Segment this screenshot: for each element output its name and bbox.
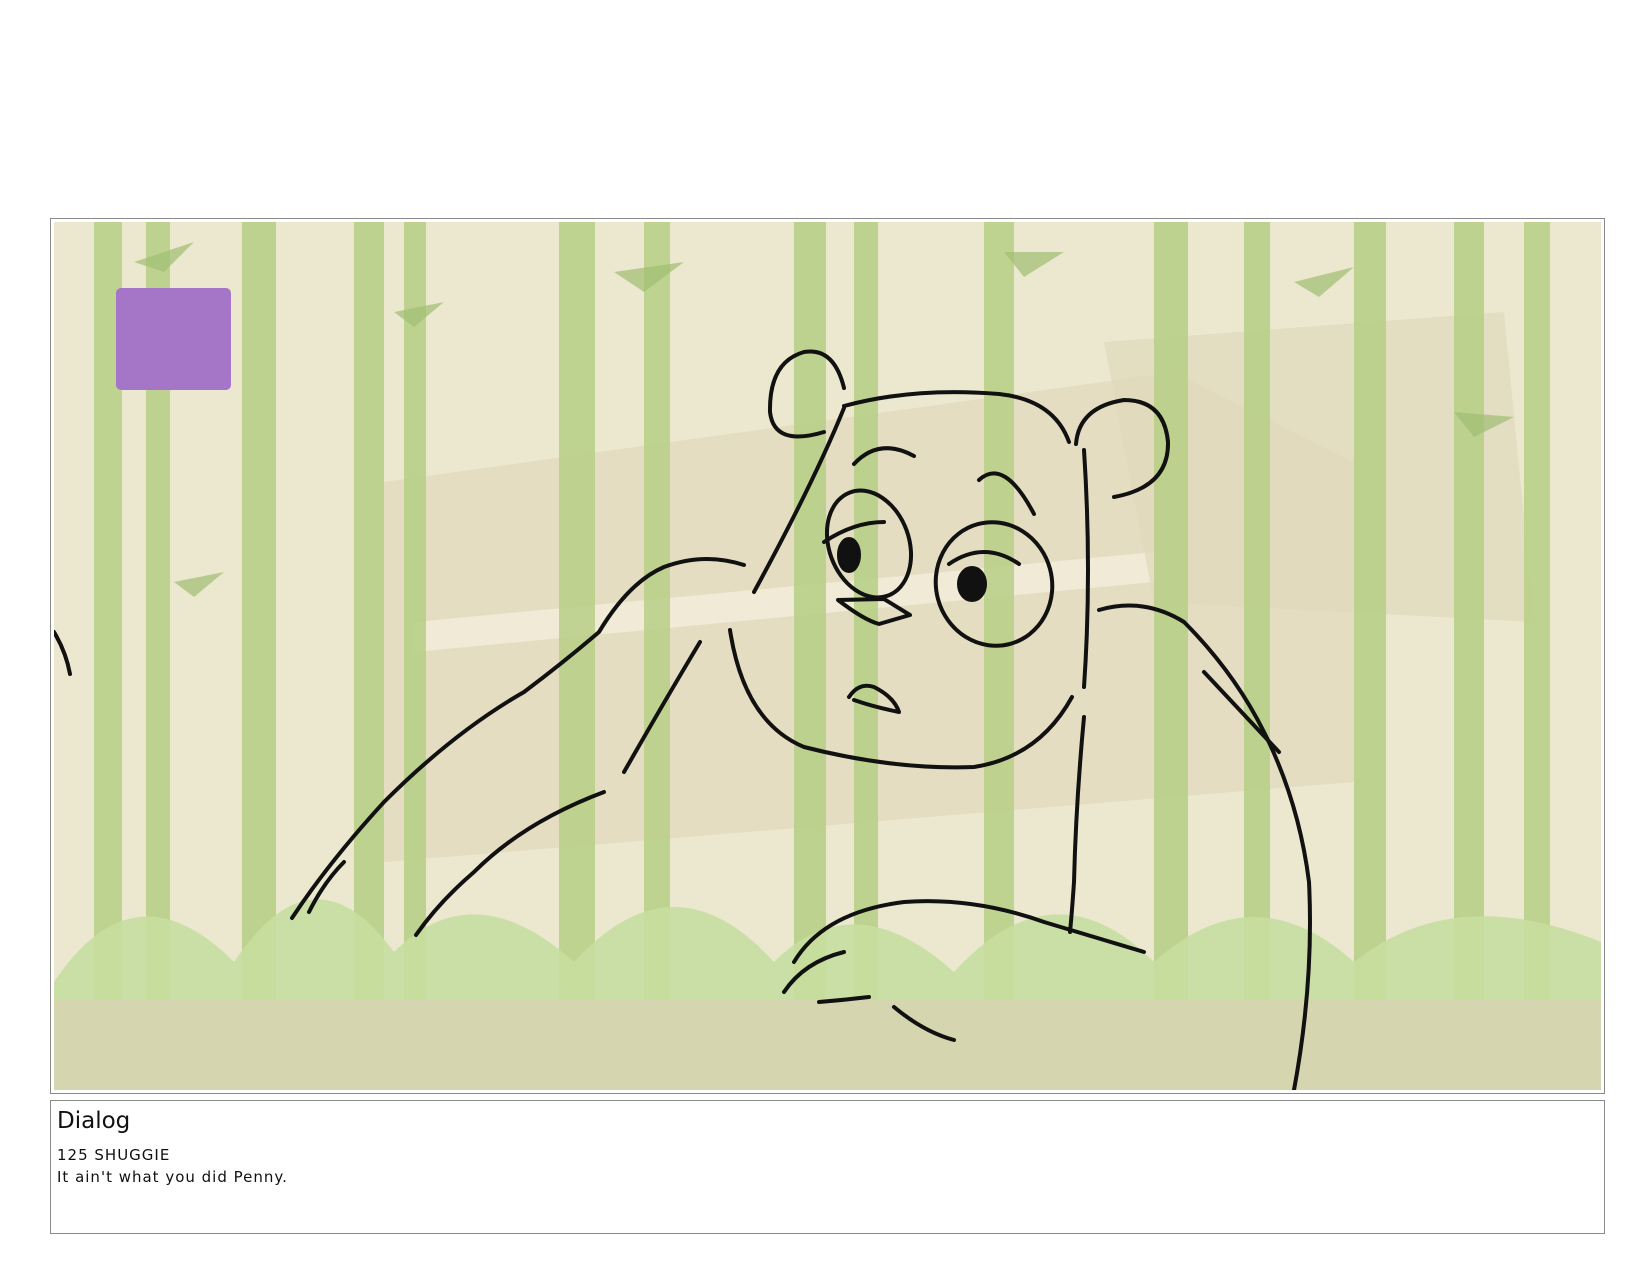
color-marker-square <box>116 288 231 390</box>
dialog-speaker-line: 125 SHUGGIE <box>57 1146 171 1164</box>
dialog-box: Dialog 125 SHUGGIE It ain't what you did… <box>50 1100 1605 1234</box>
dialog-heading: Dialog <box>57 1108 131 1134</box>
panel-svg <box>54 222 1601 1090</box>
dialog-text-line: It ain't what you did Penny. <box>57 1168 288 1186</box>
panel-artwork <box>54 222 1601 1090</box>
background-ground <box>54 1000 1601 1090</box>
storyboard-panel <box>50 218 1605 1094</box>
